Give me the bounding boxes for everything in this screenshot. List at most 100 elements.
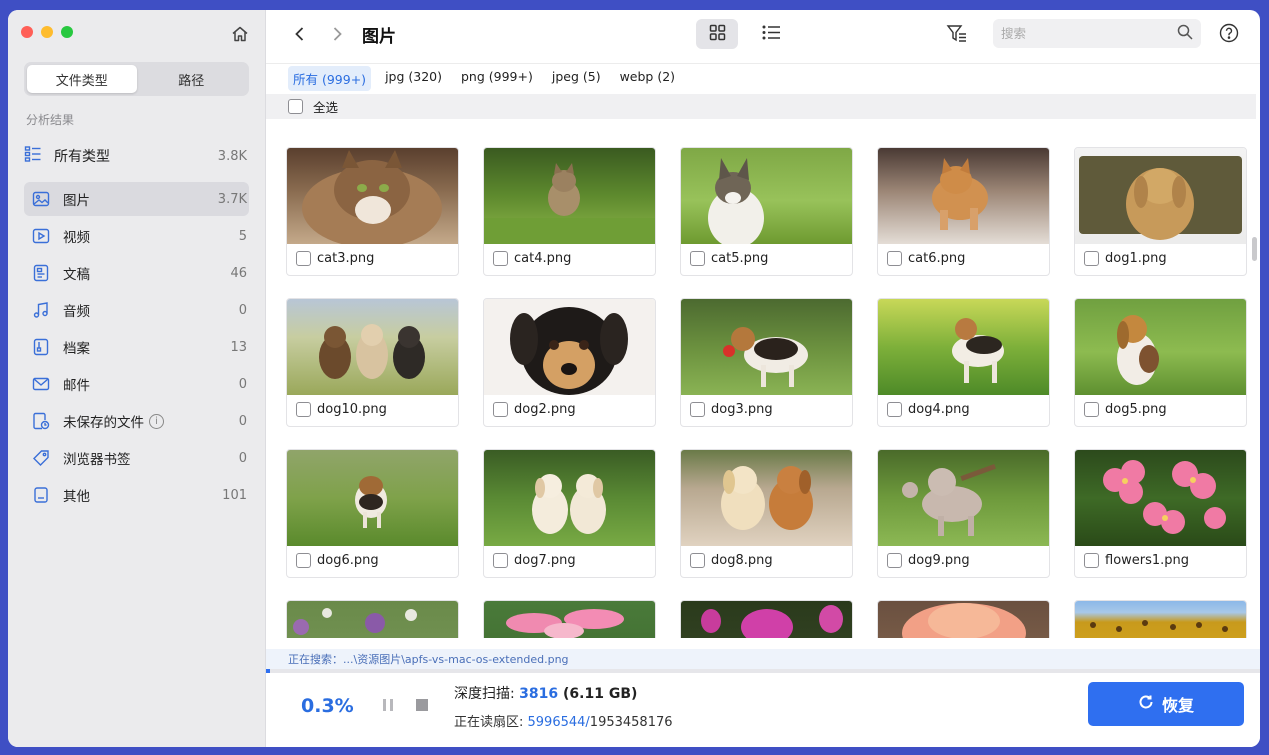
info-icon[interactable]: i [149,413,164,429]
category-label: 文稿 [63,267,90,283]
search-icon[interactable] [1177,24,1193,44]
file-tile[interactable]: cat4.png [483,147,656,276]
file-checkbox[interactable] [296,553,311,568]
sidebar-item-mail[interactable]: 邮件 0 [24,367,249,401]
file-tile[interactable]: cat3.png [286,147,459,276]
segment-file-type[interactable]: 文件类型 [27,65,137,93]
file-tile[interactable]: dog3.png [680,298,853,427]
file-name: dog7.png [514,553,576,568]
sidebar-item-videos[interactable]: 视频 5 [24,219,249,253]
beagle-thumbnail [878,299,1049,395]
file-tile[interactable]: flowers1.png [1074,449,1247,578]
scan-percent: 0.3% [301,695,354,717]
file-checkbox[interactable] [493,402,508,417]
list-view-button[interactable] [750,19,792,49]
file-tile[interactable]: dog9.png [877,449,1050,578]
file-tile[interactable] [286,600,459,638]
select-all-label: 全选 [313,100,339,115]
file-checkbox[interactable] [1084,402,1099,417]
golden-dog-thumbnail [1075,148,1246,244]
tab-jpeg[interactable]: jpeg (5) [547,66,606,91]
file-checkbox[interactable] [296,402,311,417]
cat-thumbnail [287,148,458,244]
file-checkbox[interactable] [1084,251,1099,266]
segment-path[interactable]: 路径 [137,65,247,93]
file-name: dog1.png [1105,251,1167,266]
filter-icon[interactable] [946,23,968,45]
file-checkbox[interactable] [493,553,508,568]
sidebar-item-browser-bookmarks[interactable]: 浏览器书签 0 [24,441,249,475]
file-tile[interactable]: dog4.png [877,298,1050,427]
sidebar-item-all-types[interactable]: 所有类型 3.8K [24,141,249,171]
beagle-puppy-thumbnail [287,450,458,546]
category-label: 浏览器书签 [63,452,131,468]
recover-button[interactable]: 恢复 [1088,682,1244,726]
beagle-thumbnail [681,299,852,395]
reading-total: 1953458176 [589,715,673,730]
home-icon[interactable] [230,24,250,44]
page-title: 图片 [362,27,396,47]
minimize-window-button[interactable] [41,26,53,38]
file-name: cat4.png [514,251,572,266]
help-icon[interactable] [1219,23,1239,43]
file-tile[interactable]: dog7.png [483,449,656,578]
puppies-thumbnail [287,299,458,395]
file-checkbox[interactable] [690,251,705,266]
sidebar-item-audio[interactable]: 音频 0 [24,293,249,327]
file-tile[interactable] [877,600,1050,638]
sunflowers-thumbnail [1075,601,1246,638]
flowers-thumbnail [287,601,458,638]
beagle-thumbnail [1075,299,1246,395]
file-checkbox[interactable] [296,251,311,266]
file-checkbox[interactable] [887,402,902,417]
sidebar-item-archives[interactable]: 档案 13 [24,330,249,364]
file-tile[interactable]: dog6.png [286,449,459,578]
file-tile[interactable] [680,600,853,638]
tab-png[interactable]: png (999+) [456,66,538,91]
select-all-checkbox[interactable] [288,99,303,114]
file-tile[interactable] [483,600,656,638]
vertical-scrollbar[interactable] [1252,237,1257,261]
stop-icon[interactable] [414,697,430,713]
forward-chevron-icon[interactable] [327,24,347,44]
close-window-button[interactable] [21,26,33,38]
category-label: 音频 [63,304,90,320]
file-checkbox[interactable] [690,553,705,568]
file-tile[interactable]: dog8.png [680,449,853,578]
file-tile[interactable]: dog5.png [1074,298,1247,427]
file-checkbox[interactable] [887,251,902,266]
search-status-text: 正在搜索：...\资源图片\apfs-vs-mac-os-extended.pn… [266,649,1260,669]
file-checkbox[interactable] [887,553,902,568]
file-name: cat5.png [711,251,769,266]
file-tile[interactable]: dog2.png [483,298,656,427]
file-name: dog10.png [317,402,387,417]
grid-view-button[interactable] [696,19,738,49]
category-label: 未保存的文件 i [63,411,239,431]
zoom-window-button[interactable] [61,26,73,38]
file-checkbox[interactable] [493,251,508,266]
file-tile[interactable]: cat5.png [680,147,853,276]
sidebar-item-other[interactable]: 其他 101 [24,478,249,512]
category-label: 图片 [63,193,90,209]
tab-webp[interactable]: webp (2) [615,66,680,91]
file-tile[interactable] [1074,600,1247,638]
search-field[interactable] [993,19,1201,48]
file-tile[interactable]: dog1.png [1074,147,1247,276]
back-chevron-icon[interactable] [290,24,310,44]
tab-jpg[interactable]: jpg (320) [380,66,447,91]
file-grid: cat3.png cat4.png cat5.png cat6.png dog1… [266,119,1260,638]
search-input[interactable] [1001,26,1177,41]
file-checkbox[interactable] [1084,553,1099,568]
pause-icon[interactable] [380,697,396,713]
file-checkbox[interactable] [690,402,705,417]
refresh-icon [1138,694,1154,714]
tab-all[interactable]: 所有 (999+) [288,66,372,91]
file-tile[interactable]: dog10.png [286,298,459,427]
file-tile[interactable]: cat6.png [877,147,1050,276]
sidebar-item-images[interactable]: 图片 3.7K [24,182,249,216]
document-icon [32,264,50,282]
scan-status-panel: 0.3% 深度扫描: 3816 (6.11 GB) 正在读扇区: 5996544… [266,673,1260,747]
poodle-thumbnail [878,450,1049,546]
sidebar-item-documents[interactable]: 文稿 46 [24,256,249,290]
sidebar-item-unsaved-files[interactable]: 未保存的文件 i 0 [24,404,249,438]
